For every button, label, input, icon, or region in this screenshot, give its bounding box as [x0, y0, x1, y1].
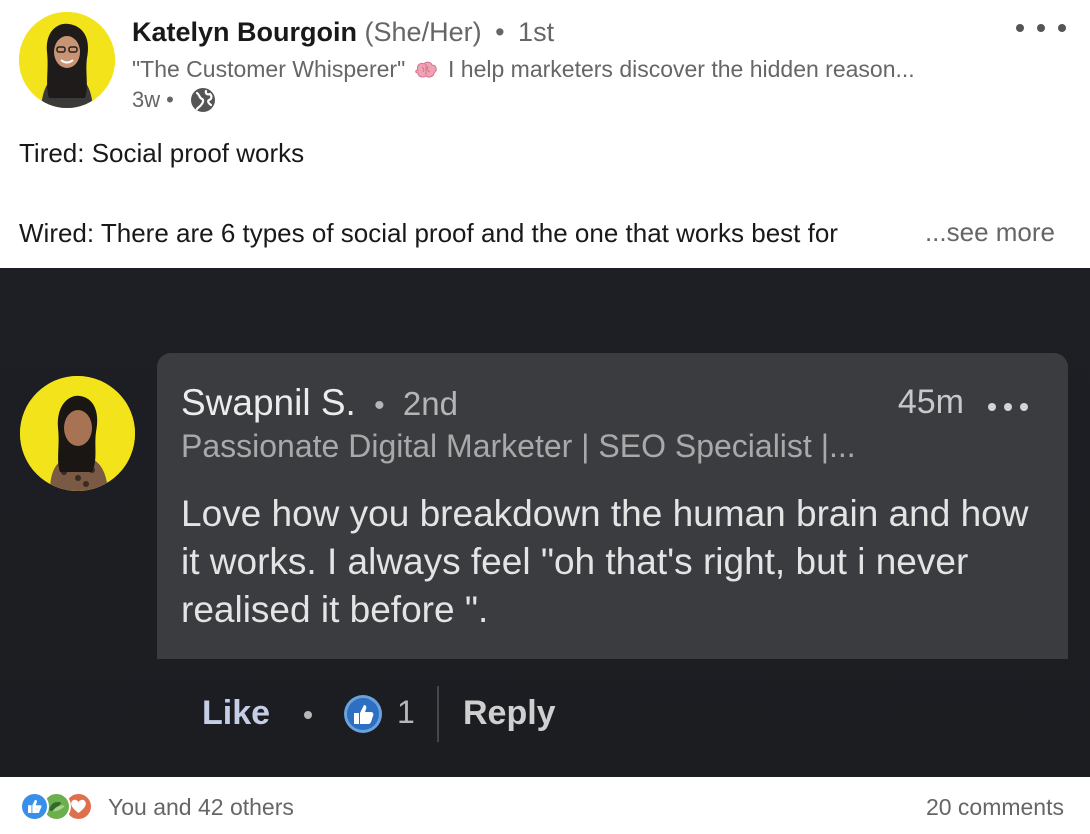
thumbs-up-icon — [344, 695, 382, 733]
post-age: 3w — [132, 87, 161, 112]
separator-dot — [304, 711, 312, 719]
see-more-link[interactable]: ...see more — [925, 217, 1055, 248]
author-pronouns: (She/Her) — [364, 17, 482, 47]
see-more-fade: ...see more — [880, 212, 1080, 254]
author-name-row: Katelyn Bourgoin (She/Her) • 1st — [132, 16, 554, 48]
comment-body: Love how you breakdown the human brain a… — [181, 493, 1029, 630]
commenter-name-row: Swapnil S. • 2nd — [181, 381, 458, 428]
commenter-degree: 2nd — [402, 385, 458, 422]
author-avatar[interactable] — [19, 12, 115, 108]
separator-dot: • — [166, 87, 174, 112]
brain-emoji-icon — [414, 61, 437, 78]
headline-quote: "The Customer Whisperer" — [132, 56, 406, 82]
commenter-photo — [20, 376, 135, 491]
comment-reply-label: Reply — [463, 694, 556, 732]
commenter-headline: Passionate Digital Marketer | SEO Specia… — [181, 428, 856, 464]
post-text-line-1: Tired: Social proof works — [19, 138, 305, 168]
author-photo — [19, 12, 115, 108]
connection-degree: 1st — [518, 17, 555, 47]
globe-icon — [190, 88, 215, 112]
comment-bubble: Swapnil S. • 2nd 45m Passionate Digital … — [157, 353, 1068, 659]
comment-reaction-count: 1 — [397, 694, 415, 730]
comment-actions: Like 1 Reply — [0, 678, 1090, 748]
like-reaction-icon — [20, 792, 49, 821]
author-name[interactable]: Katelyn Bourgoin — [132, 17, 357, 47]
social-counts: You and 42 others 20 comments — [0, 777, 1090, 834]
reaction-icons[interactable] — [20, 792, 100, 822]
action-divider — [437, 686, 439, 742]
comment-more-icon — [988, 403, 1028, 413]
post-image[interactable]: Swapnil S. • 2nd 45m Passionate Digital … — [0, 268, 1090, 777]
post-header: Katelyn Bourgoin (She/Her) • 1st "The Cu… — [0, 0, 1090, 120]
more-options-icon[interactable] — [1016, 16, 1066, 40]
separator-dot: • — [374, 389, 385, 422]
commenter-avatar — [20, 376, 135, 491]
author-headline: "The Customer Whisperer" I help marketer… — [132, 55, 915, 83]
commenter-name: Swapnil S. — [181, 382, 356, 423]
comment-time: 45m — [897, 383, 964, 421]
reactions-summary[interactable]: You and 42 others — [108, 794, 294, 821]
comments-count-link[interactable]: 20 comments — [926, 794, 1064, 821]
headline-text: I help marketers discover the hidden rea… — [448, 56, 915, 82]
post-meta: 3w • — [132, 86, 216, 114]
separator-dot: • — [495, 17, 505, 47]
comment-like-label: Like — [202, 694, 271, 732]
